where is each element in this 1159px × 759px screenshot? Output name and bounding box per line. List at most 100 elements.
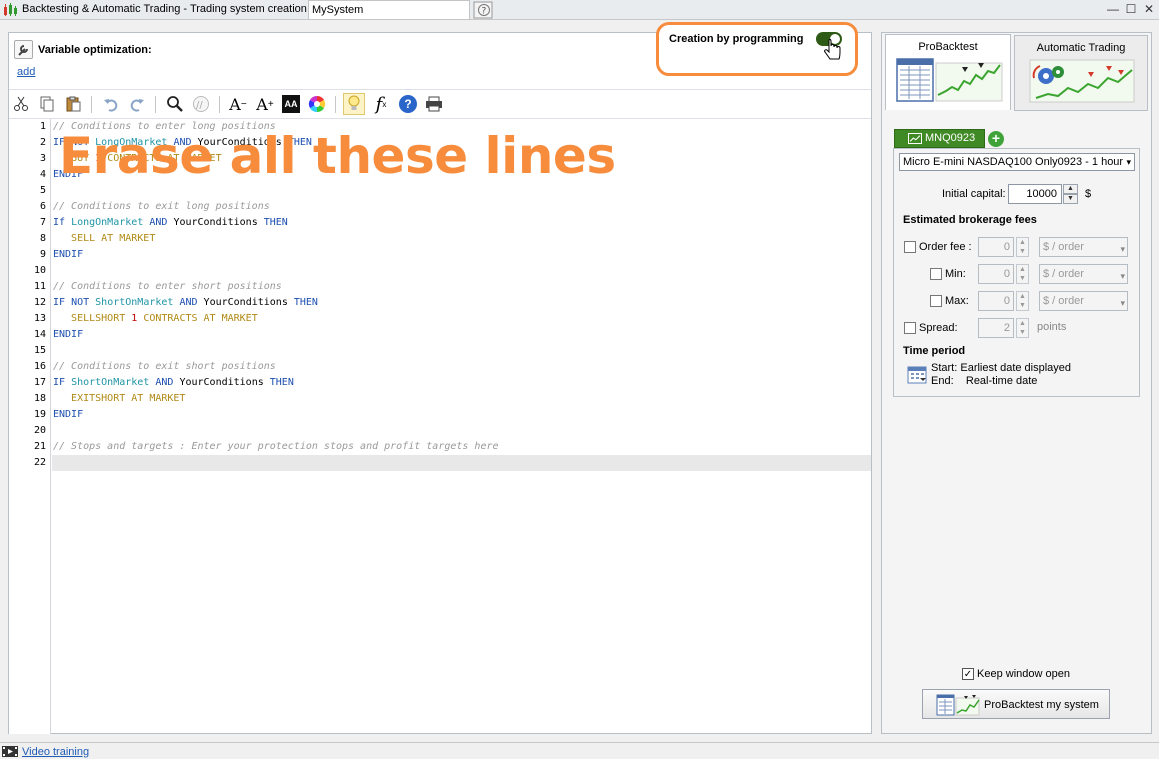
comment-icon[interactable]: // (191, 94, 211, 114)
capital-spin-down-icon[interactable]: ▼ (1063, 194, 1078, 204)
min-fee-spin-icon[interactable]: ▲ ▼ (1016, 264, 1029, 284)
decrease-font-icon[interactable]: A − (227, 94, 249, 114)
order-fee-spin-icon[interactable]: ▲ ▼ (1016, 237, 1029, 257)
code-token: THEN (287, 137, 312, 148)
code-token: YourConditions (173, 217, 264, 228)
close-button[interactable]: ✕ (1142, 2, 1156, 16)
code-token: NOT (71, 137, 96, 148)
add-instrument-button[interactable]: + (988, 131, 1004, 147)
max-fee-label: Max: (945, 295, 969, 307)
code-line: IF NOT ShortOnMarket AND YourConditions … (52, 295, 871, 311)
line-number: 1 (39, 121, 46, 132)
time-period-start: Start: Earliest date displayed (931, 362, 1071, 374)
hand-cursor-icon (824, 39, 841, 60)
max-fee-unit-select[interactable]: $ / order ▾ (1039, 291, 1128, 311)
spread-unit: points (1037, 321, 1067, 333)
copy-icon[interactable] (37, 94, 57, 114)
code-token: IF (53, 137, 72, 148)
line-number: 13 (33, 313, 46, 324)
keep-window-open-label: Keep window open (977, 668, 1070, 680)
search-icon[interactable] (165, 94, 185, 114)
code-token: ENDIF (53, 169, 84, 180)
probacktest-chart-icon (896, 58, 1003, 102)
line-number: 5 (39, 185, 46, 196)
code-line: If LongOnMarket AND YourConditions THEN (52, 215, 871, 231)
order-fee-unit-value: $ / order (1043, 241, 1084, 253)
code-token: ShortOnMarket (71, 377, 156, 388)
code-token: EXITSHORT AT MARKET (53, 393, 186, 404)
code-token: THEN (269, 377, 294, 388)
min-fee-unit-select[interactable]: $ / order ▾ (1039, 264, 1128, 284)
order-fee-unit-select[interactable]: $ / order ▾ (1039, 237, 1128, 257)
code-line: // Conditions to exit long positions (52, 199, 871, 215)
order-fee-input[interactable]: 0 (978, 237, 1014, 257)
min-fee-input[interactable]: 0 (978, 264, 1014, 284)
initial-capital-label: Initial capital: (942, 188, 1006, 200)
chevron-down-icon: ▾ (1120, 244, 1125, 254)
lightbulb-icon[interactable] (343, 93, 365, 115)
variable-optimization-button[interactable] (14, 40, 33, 59)
probacktest-my-system-button[interactable]: ProBacktest my system (922, 689, 1110, 719)
undo-icon[interactable] (101, 94, 121, 114)
color-wheel-icon[interactable] (307, 94, 327, 114)
max-fee-spin-icon[interactable]: ▲ ▼ (1016, 291, 1029, 311)
wrench-icon (18, 45, 28, 56)
order-fee-checkbox[interactable] (904, 241, 916, 253)
spread-spin-icon[interactable]: ▲ ▼ (1016, 318, 1029, 338)
code-token: IF (53, 297, 72, 308)
video-training-link[interactable]: Video training (22, 746, 89, 758)
instrument-select-value: Micro E-mini NASDAQ100 Only0923 - 1 hour (903, 156, 1124, 168)
window-title: Backtesting & Automatic Trading - Tradin… (22, 3, 307, 15)
code-token: CONTRACTS AT MARKET (143, 313, 258, 324)
code-editor[interactable]: 1 2 3 4 5 6 7 8 9 10 11 12 13 14 15 16 17 18 19 20 21 22 // C… (9, 118, 871, 734)
code-editor-panel: Variable optimization: add Creation by p… (8, 22, 872, 734)
minimize-button[interactable]: — (1106, 2, 1120, 16)
maximize-button[interactable]: ☐ (1124, 2, 1138, 16)
probacktest-button-icon (936, 694, 980, 716)
max-fee-checkbox[interactable] (930, 295, 942, 307)
function-glyph: f (375, 93, 383, 115)
spread-checkbox[interactable] (904, 322, 916, 334)
min-fee-checkbox[interactable] (930, 268, 942, 280)
help-icon[interactable]: ? (398, 94, 418, 114)
line-number: 3 (39, 153, 46, 164)
tab-probacktest[interactable]: ProBacktest (885, 34, 1011, 110)
print-icon[interactable] (424, 94, 444, 114)
add-variable-link[interactable]: add (17, 66, 35, 78)
code-line: // Conditions to enter short positions (52, 279, 871, 295)
initial-capital-input[interactable]: 10000 (1008, 184, 1062, 204)
backtest-settings-panel: ProBacktest Automatic Trading MNQ0923 + … (881, 32, 1152, 734)
code-line: EXITSHORT AT MARKET (52, 391, 871, 407)
instrument-tab[interactable]: MNQ0923 (894, 129, 985, 148)
tab-automatic-trading[interactable]: Automatic Trading (1014, 35, 1148, 111)
time-period-end: End: Real-time date (931, 375, 1037, 387)
code-line: SELL AT MARKET (52, 231, 871, 247)
text-style-icon[interactable]: AA (281, 94, 301, 114)
help-book-icon[interactable]: ? (473, 1, 493, 19)
increase-font-icon[interactable]: A + (254, 94, 276, 114)
calendar-icon[interactable] (907, 365, 927, 384)
code-token: ShortOnMarket (95, 297, 180, 308)
probacktest-my-system-label: ProBacktest my system (984, 699, 1099, 711)
function-icon[interactable]: fx (371, 93, 391, 115)
tab-probacktest-label: ProBacktest (918, 41, 978, 53)
capital-spin-up-icon[interactable]: ▲ (1063, 184, 1078, 194)
svg-text://: // (196, 100, 203, 111)
spread-input[interactable]: 2 (978, 318, 1014, 338)
keep-window-open-checkbox[interactable]: ✓ (962, 668, 974, 680)
code-token: LongOnMarket (95, 137, 174, 148)
automatic-trading-chart-icon (1029, 59, 1135, 103)
max-fee-input[interactable]: 0 (978, 291, 1014, 311)
instrument-select[interactable]: Micro E-mini NASDAQ100 Only0923 - 1 hour… (899, 153, 1135, 171)
cut-icon[interactable] (11, 94, 31, 114)
line-number-gutter: 1 2 3 4 5 6 7 8 9 10 11 12 13 14 15 16 17 18 19 20 21 22 (9, 119, 51, 734)
title-bar: Backtesting & Automatic Trading - Tradin… (0, 0, 1159, 20)
code-token: YourConditions (197, 137, 288, 148)
paste-icon[interactable] (63, 94, 83, 114)
redo-icon[interactable] (127, 94, 147, 114)
line-number: 4 (39, 169, 46, 180)
system-name-input[interactable] (308, 0, 470, 20)
code-line: // Stops and targets : Enter your protec… (52, 439, 871, 455)
editor-toolbar: // A − A + AA fx ? (9, 89, 871, 117)
tab-automatic-trading-label: Automatic Trading (1036, 42, 1126, 54)
